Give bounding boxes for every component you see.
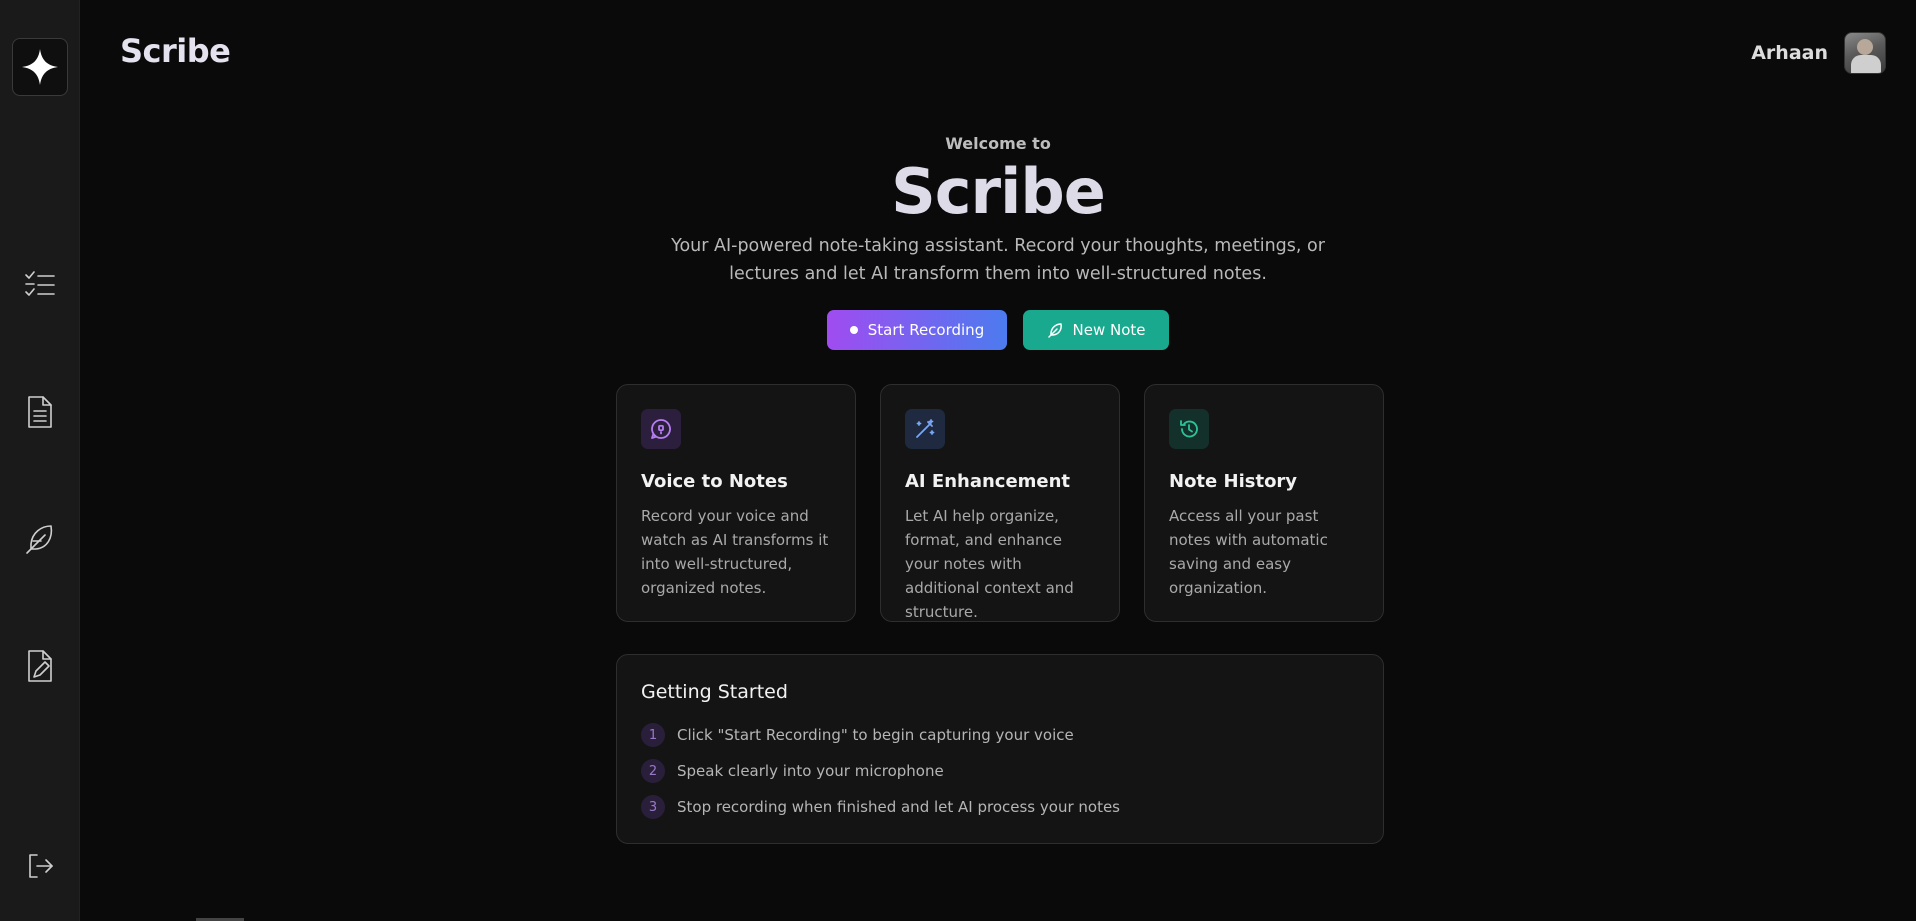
feature-card-ai: AI Enhancement Let AI help organize, for… (880, 384, 1120, 622)
new-note-label: New Note (1072, 321, 1146, 340)
list-item: 2 Speak clearly into your microphone (641, 753, 1359, 789)
sidebar-item-new-note[interactable] (20, 519, 60, 559)
card-icon-wrap (641, 409, 681, 449)
getting-started-title: Getting Started (641, 681, 788, 703)
voice-chat-icon (651, 419, 671, 439)
record-dot-icon (849, 326, 858, 335)
hero-actions: Start Recording New Note (80, 310, 1916, 351)
steps-list: 1 Click "Start Recording" to begin captu… (641, 717, 1359, 825)
feather-icon (26, 525, 53, 554)
step-number: 2 (641, 759, 665, 783)
document-icon (28, 396, 52, 428)
step-number: 1 (641, 723, 665, 747)
sidebar-item-documents[interactable] (20, 392, 60, 432)
card-icon-wrap (1169, 409, 1209, 449)
step-text: Speak clearly into your microphone (677, 762, 944, 780)
feature-description: Access all your past notes with automati… (1169, 507, 1328, 597)
hero-title: Scribe (891, 155, 1106, 228)
sparkle-icon (22, 49, 58, 85)
user-menu[interactable]: Arhaan (1751, 32, 1886, 74)
edit-file-icon (28, 650, 52, 682)
welcome-text: Welcome to (945, 134, 1051, 153)
feature-description: Let AI help organize, format, and enhanc… (905, 507, 1074, 621)
feature-title: Voice to Notes (641, 471, 788, 492)
feature-description: Record your voice and watch as AI transf… (641, 507, 829, 597)
feature-cards: Voice to Notes Record your voice and wat… (616, 384, 1384, 622)
user-name: Arhaan (1751, 42, 1828, 64)
feature-card-voice: Voice to Notes Record your voice and wat… (616, 384, 856, 622)
magic-wand-icon (916, 419, 935, 438)
logout-icon (29, 854, 53, 878)
list-item: 1 Click "Start Recording" to begin captu… (641, 717, 1359, 753)
feature-title: Note History (1169, 471, 1298, 492)
start-recording-button[interactable]: Start Recording (827, 310, 1007, 351)
checklist-icon (25, 271, 55, 296)
hero-description: Your AI-powered note-taking assistant. R… (671, 236, 1325, 285)
step-number: 3 (641, 795, 665, 819)
sidebar-item-tasks[interactable] (20, 265, 60, 305)
getting-started-panel: Getting Started 1 Click "Start Recording… (616, 654, 1384, 844)
app-logo[interactable] (12, 38, 68, 96)
sidebar (0, 0, 80, 921)
hero: Welcome to Scribe Your AI-powered note-t… (80, 134, 1916, 351)
sidebar-item-edit-files[interactable] (20, 646, 60, 686)
feature-card-history: Note History Access all your past notes … (1144, 384, 1384, 622)
new-note-button[interactable]: New Note (1023, 310, 1169, 351)
brand-title: Scribe (120, 32, 231, 70)
step-text: Click "Start Recording" to begin capturi… (677, 726, 1074, 744)
logout-button[interactable] (20, 846, 60, 886)
list-item: 3 Stop recording when finished and let A… (641, 789, 1359, 825)
feather-icon (1047, 323, 1062, 338)
card-icon-wrap (905, 409, 945, 449)
step-text: Stop recording when finished and let AI … (677, 798, 1120, 816)
feature-title: AI Enhancement (905, 471, 1071, 492)
history-icon (1180, 420, 1198, 438)
avatar[interactable] (1844, 32, 1886, 74)
start-recording-label: Start Recording (867, 321, 985, 340)
